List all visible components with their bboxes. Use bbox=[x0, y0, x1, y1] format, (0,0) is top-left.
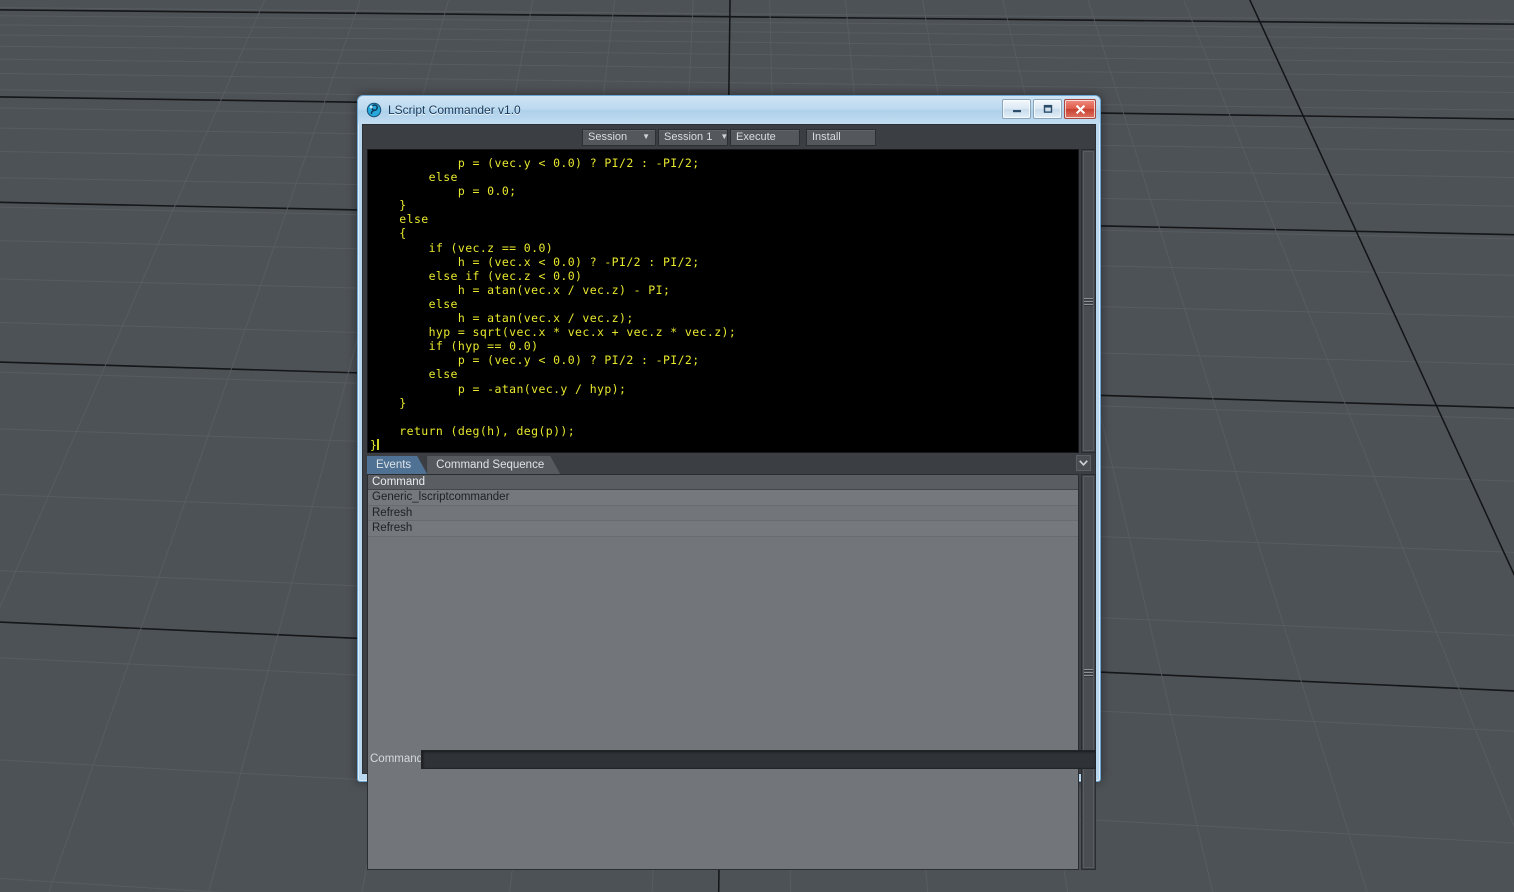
command-input[interactable] bbox=[421, 749, 1096, 769]
session-instance-value: Session 1 bbox=[664, 131, 713, 143]
tab-events[interactable]: Events bbox=[367, 456, 427, 474]
list-scrollbar-thumb[interactable] bbox=[1083, 476, 1094, 868]
list-item[interactable]: Refresh bbox=[368, 521, 1078, 537]
close-button[interactable] bbox=[1064, 99, 1096, 119]
install-button[interactable]: Install bbox=[806, 128, 876, 146]
window-title: LScript Commander v1.0 bbox=[388, 103, 521, 117]
text-caret bbox=[377, 438, 380, 450]
event-list[interactable]: Command Generic_lscriptcommander Refresh… bbox=[367, 474, 1079, 870]
chevron-down-icon: ▼ bbox=[720, 132, 729, 141]
close-icon bbox=[1075, 104, 1085, 114]
list-item[interactable]: Refresh bbox=[368, 505, 1078, 521]
execute-button[interactable]: Execute bbox=[730, 128, 800, 146]
list-item-label: Refresh bbox=[372, 522, 413, 535]
code-editor-region: p = (vec.y < 0.0) ? PI/2 : -PI/2; else p… bbox=[367, 149, 1096, 453]
spiral-icon bbox=[366, 102, 382, 118]
command-bar: Command bbox=[367, 748, 1096, 770]
panel-tabs[interactable]: Events Command Sequence bbox=[367, 456, 560, 474]
code-source: p = (vec.y < 0.0) ? PI/2 : -PI/2; else p… bbox=[370, 156, 737, 452]
grip-lines-icon bbox=[1084, 296, 1093, 307]
list-item[interactable]: Generic_lscriptcommander bbox=[368, 490, 1078, 506]
maximize-icon bbox=[1043, 104, 1052, 113]
list-item-label: Generic_lscriptcommander bbox=[372, 491, 510, 504]
minimize-icon bbox=[1012, 110, 1021, 113]
tab-command-sequence[interactable]: Command Sequence bbox=[427, 456, 560, 474]
editor-scroll-down-region bbox=[1076, 455, 1091, 471]
window-titlebar[interactable]: LScript Commander v1.0 bbox=[358, 96, 1100, 124]
editor-scrollbar-thumb[interactable] bbox=[1083, 151, 1094, 451]
execute-button-label: Execute bbox=[736, 131, 776, 143]
list-item-label: Refresh bbox=[372, 506, 413, 519]
list-vertical-scrollbar[interactable] bbox=[1081, 474, 1096, 870]
command-label: Command bbox=[370, 753, 424, 765]
session-type-select[interactable]: Session ▼ bbox=[582, 128, 656, 146]
tab-command-sequence-label: Command Sequence bbox=[436, 459, 545, 471]
grip-lines-icon bbox=[1084, 667, 1093, 678]
window-client-area: Session ▼ Session 1 ▼ Execute Install p … bbox=[362, 124, 1096, 870]
maximize-button[interactable] bbox=[1033, 99, 1062, 119]
editor-vertical-scrollbar[interactable] bbox=[1081, 149, 1096, 453]
chevron-down-icon: ▼ bbox=[642, 132, 650, 141]
event-list-region: Command Generic_lscriptcommander Refresh… bbox=[367, 474, 1096, 870]
chevron-down-icon bbox=[1079, 460, 1088, 466]
editor-scroll-down-button[interactable] bbox=[1076, 455, 1091, 471]
toolbar: Session ▼ Session 1 ▼ Execute Install bbox=[363, 125, 1095, 147]
code-text: p = (vec.y < 0.0) ? PI/2 : -PI/2; else p… bbox=[368, 150, 1078, 452]
session-instance-select[interactable]: Session 1 ▼ bbox=[658, 128, 729, 146]
session-type-value: Session bbox=[588, 131, 628, 143]
list-column-header: Command bbox=[368, 475, 1078, 490]
minimize-button[interactable] bbox=[1002, 99, 1031, 119]
code-editor[interactable]: p = (vec.y < 0.0) ? PI/2 : -PI/2; else p… bbox=[367, 149, 1079, 453]
column-header-command: Command bbox=[372, 476, 426, 488]
install-button-label: Install bbox=[812, 131, 841, 143]
window-controls[interactable] bbox=[1002, 99, 1096, 119]
lscript-commander-window[interactable]: LScript Commander v1.0 Session ▼ Session… bbox=[357, 95, 1101, 870]
tab-events-label: Events bbox=[376, 459, 412, 471]
